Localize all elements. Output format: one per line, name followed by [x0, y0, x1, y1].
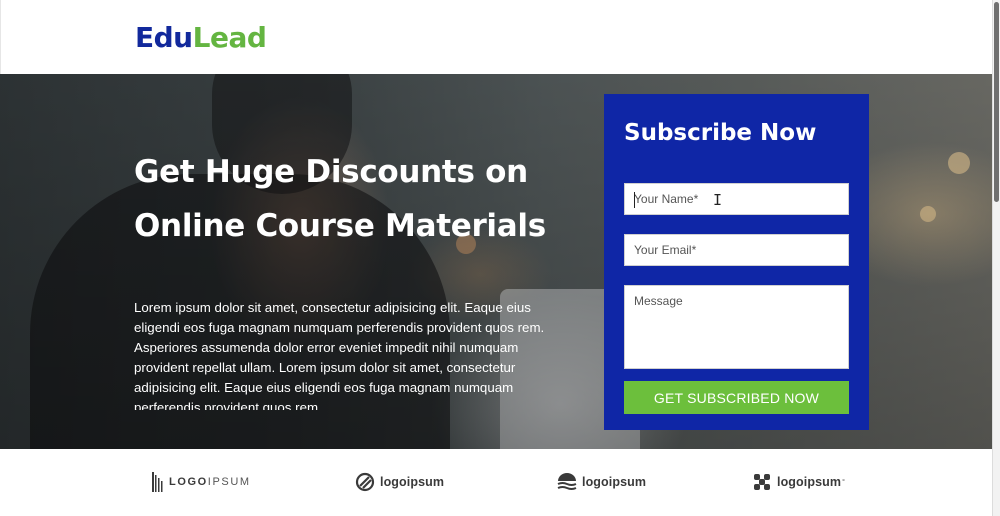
subscribe-button[interactable]: GET SUBSCRIBED NOW [624, 381, 849, 414]
site-header: EduLead [0, 0, 992, 74]
circle-slash-icon [355, 472, 375, 492]
name-input[interactable]: Your Name* I [624, 183, 849, 215]
hero-description: Lorem ipsum dolor sit amet, consectetur … [134, 300, 545, 410]
email-input[interactable]: Your Email* [624, 234, 849, 266]
pinwheel-icon [754, 474, 770, 490]
partner-logo-3: logoipsum [557, 469, 646, 495]
partner-logo-4-text: logoipsum [777, 475, 842, 489]
page-scrollbar[interactable] [992, 0, 1000, 516]
brand-logo[interactable]: EduLead [135, 21, 267, 54]
wave-dome-icon [557, 473, 577, 490]
partner-logo-1-text-a: LOGO [169, 476, 208, 488]
partner-logo-2: logoipsum [355, 469, 444, 495]
partner-logo-4: logoipsum ° [752, 469, 845, 495]
form-title: Subscribe Now [624, 120, 817, 146]
partner-logo-1-text-b: IPSUM [207, 476, 251, 488]
partner-logo-1: LOGOIPSUM [152, 469, 251, 495]
partner-logo-2-text: logoipsum [380, 475, 445, 489]
partner-logos: LOGOIPSUM logoipsum logoipsum logoipsum ° [0, 449, 992, 516]
hero-title: Get Huge Discounts on Online Course Mate… [134, 154, 546, 244]
text-caret [634, 192, 635, 208]
scrollbar-thumb[interactable] [994, 2, 999, 202]
email-placeholder: Your Email* [634, 243, 697, 257]
brand-logo-part2: Lead [192, 21, 267, 54]
barcode-icon [152, 472, 163, 492]
name-placeholder: Your Name* [634, 192, 699, 206]
text-cursor-icon: I [713, 191, 723, 209]
message-textarea[interactable]: Message [624, 285, 849, 369]
partner-logo-3-text: logoipsum [582, 475, 647, 489]
subscribe-form: Subscribe Now Your Name* I Your Email* M… [604, 94, 869, 430]
message-placeholder: Message [634, 294, 683, 308]
brand-logo-part1: Edu [135, 21, 193, 54]
